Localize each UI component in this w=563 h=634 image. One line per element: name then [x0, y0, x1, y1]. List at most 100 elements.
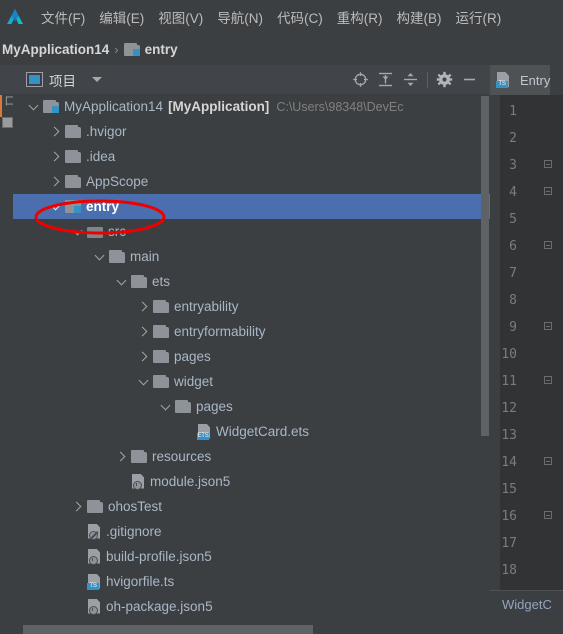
tree-row-label: pages [196, 399, 233, 414]
source-folder-icon [87, 225, 103, 238]
project-tree-rows: MyApplication14 [MyApplication] C:\Users\9… [13, 94, 490, 619]
tree-row-ets[interactable]: ets [13, 269, 490, 294]
tree-row-pages[interactable]: pages [13, 344, 490, 369]
tree-horizontal-scroll-thumb[interactable] [23, 625, 313, 634]
tree-row-label: entryability [174, 299, 239, 314]
line-number: 10 [501, 347, 517, 362]
tree-row-widgetcard-ets[interactable]: ETS WidgetCard.ets [13, 419, 490, 444]
tree-row-label: AppScope [86, 174, 149, 189]
tree-row-label: ets [152, 274, 171, 289]
menu-edit[interactable]: 编辑(E) [92, 4, 151, 30]
tree-vertical-scroll-thumb[interactable] [481, 96, 489, 436]
tool-window-left-strip: 口 [0, 65, 14, 634]
deveco-studio-window: 文件(F) 编辑(E) 视图(V) 导航(N) 代码(C) 重构(R) 构建(B… [0, 0, 563, 634]
menu-view[interactable]: 视图(V) [151, 4, 210, 30]
project-tree[interactable]: MyApplication14 [MyApplication] C:\Users\9… [13, 94, 490, 634]
menu-code[interactable]: 代码(C) [270, 4, 330, 30]
menu-run[interactable]: 运行(R) [449, 4, 509, 30]
chevron-right-icon[interactable] [49, 150, 62, 163]
tree-row-widget[interactable]: widget [13, 369, 490, 394]
menu-refactor[interactable]: 重构(R) [330, 4, 390, 30]
tree-row-entryformability[interactable]: entryformability [13, 319, 490, 344]
tree-horizontal-scrollbar[interactable] [23, 625, 483, 634]
fold-marker[interactable] [544, 187, 554, 197]
json5-file-icon [87, 548, 101, 565]
collapse-all-icon[interactable] [398, 67, 423, 92]
ets-file-icon: ETS [197, 423, 211, 440]
breadcrumb-separator: › [114, 41, 119, 57]
tree-row-src[interactable]: src [13, 219, 490, 244]
tree-row-build-profile-json5[interactable]: build-profile.json5 [13, 544, 490, 569]
chevron-right-icon[interactable] [71, 500, 84, 513]
chevron-down-icon[interactable] [159, 400, 172, 413]
editor-breadcrumb[interactable]: WidgetC [490, 590, 563, 617]
tree-row-label: .hvigor [86, 124, 127, 139]
chevron-right-icon[interactable] [49, 175, 62, 188]
chevron-right-icon[interactable] [137, 300, 150, 313]
select-opened-file-icon[interactable] [348, 67, 373, 92]
tree-row-oh-package-json5[interactable]: oh-package.json5 [13, 594, 490, 619]
line-number: 13 [501, 428, 517, 443]
line-number: 6 [509, 239, 517, 254]
tree-row-entry[interactable]: entry [13, 194, 490, 219]
chevron-right-icon[interactable] [137, 325, 150, 338]
tree-row-entryability[interactable]: entryability [13, 294, 490, 319]
chevron-right-icon[interactable] [115, 450, 128, 463]
tree-row-ohostest[interactable]: ohosTest [13, 494, 490, 519]
settings-gear-icon[interactable] [432, 67, 457, 92]
chevron-down-icon[interactable] [92, 77, 102, 82]
hide-tool-window-icon[interactable] [457, 67, 482, 92]
tree-row-idea[interactable]: .idea [13, 144, 490, 169]
project-tool-window-title[interactable]: 项目 [49, 70, 76, 90]
fold-marker[interactable] [544, 322, 554, 332]
folder-icon [153, 325, 169, 338]
tree-row-label: widget [174, 374, 214, 389]
chevron-down-icon[interactable] [71, 225, 84, 238]
chevron-down-icon[interactable] [49, 200, 62, 213]
line-number: 7 [509, 266, 517, 281]
chevron-down-icon[interactable] [93, 250, 106, 263]
breadcrumb-module[interactable]: entry [145, 42, 178, 57]
editor-breadcrumb-label: WidgetC [502, 596, 552, 612]
chevron-right-icon[interactable] [49, 125, 62, 138]
tree-row-hvigorfile-ts[interactable]: TS hvigorfile.ts [13, 569, 490, 594]
left-strip-icon-clipped[interactable] [2, 117, 13, 128]
tree-row-myapplication14[interactable]: MyApplication14 [MyApplication] C:\Users\9… [13, 94, 490, 119]
breadcrumb-project[interactable]: MyApplication14 [2, 42, 109, 57]
fold-marker[interactable] [544, 511, 554, 521]
tree-row-module-json5[interactable]: module.json5 [13, 469, 490, 494]
tree-row-hvigor[interactable]: .hvigor [13, 119, 490, 144]
line-number: 18 [501, 563, 517, 578]
tree-row-pages[interactable]: pages [13, 394, 490, 419]
chevron-down-icon[interactable] [137, 375, 150, 388]
line-number: 17 [501, 536, 517, 551]
expand-all-icon[interactable] [373, 67, 398, 92]
line-number: 8 [509, 293, 517, 308]
tree-row-gitignore[interactable]: .gitignore [13, 519, 490, 544]
json5-file-icon [131, 473, 145, 490]
tree-row-main[interactable]: main [13, 244, 490, 269]
tree-row-label: pages [174, 349, 211, 364]
tree-row-appscope[interactable]: AppScope [13, 169, 490, 194]
chevron-down-icon[interactable] [27, 100, 40, 113]
tree-row-label: module.json5 [150, 474, 231, 489]
tree-vertical-scrollbar[interactable] [480, 94, 490, 634]
fold-marker[interactable] [544, 457, 554, 467]
menu-navigate[interactable]: 导航(N) [210, 4, 270, 30]
line-number: 3 [509, 158, 517, 173]
fold-marker[interactable] [544, 376, 554, 386]
folder-icon [153, 350, 169, 363]
editor-bottom-strip [490, 617, 563, 634]
menu-bar: 文件(F) 编辑(E) 视图(V) 导航(N) 代码(C) 重构(R) 构建(B… [0, 0, 563, 34]
fold-marker[interactable] [544, 160, 554, 170]
tree-row-label: entryformability [174, 324, 266, 339]
editor-tab-entry[interactable]: TS Entry [490, 65, 551, 95]
chevron-right-icon[interactable] [137, 350, 150, 363]
menu-build[interactable]: 构建(B) [390, 4, 449, 30]
tree-row-resources[interactable]: resources [13, 444, 490, 469]
tree-row-label: WidgetCard.ets [216, 424, 310, 439]
menu-file[interactable]: 文件(F) [34, 4, 92, 30]
chevron-down-icon[interactable] [115, 275, 128, 288]
editor-tab-label: Entry [520, 72, 551, 88]
fold-marker[interactable] [544, 241, 554, 251]
